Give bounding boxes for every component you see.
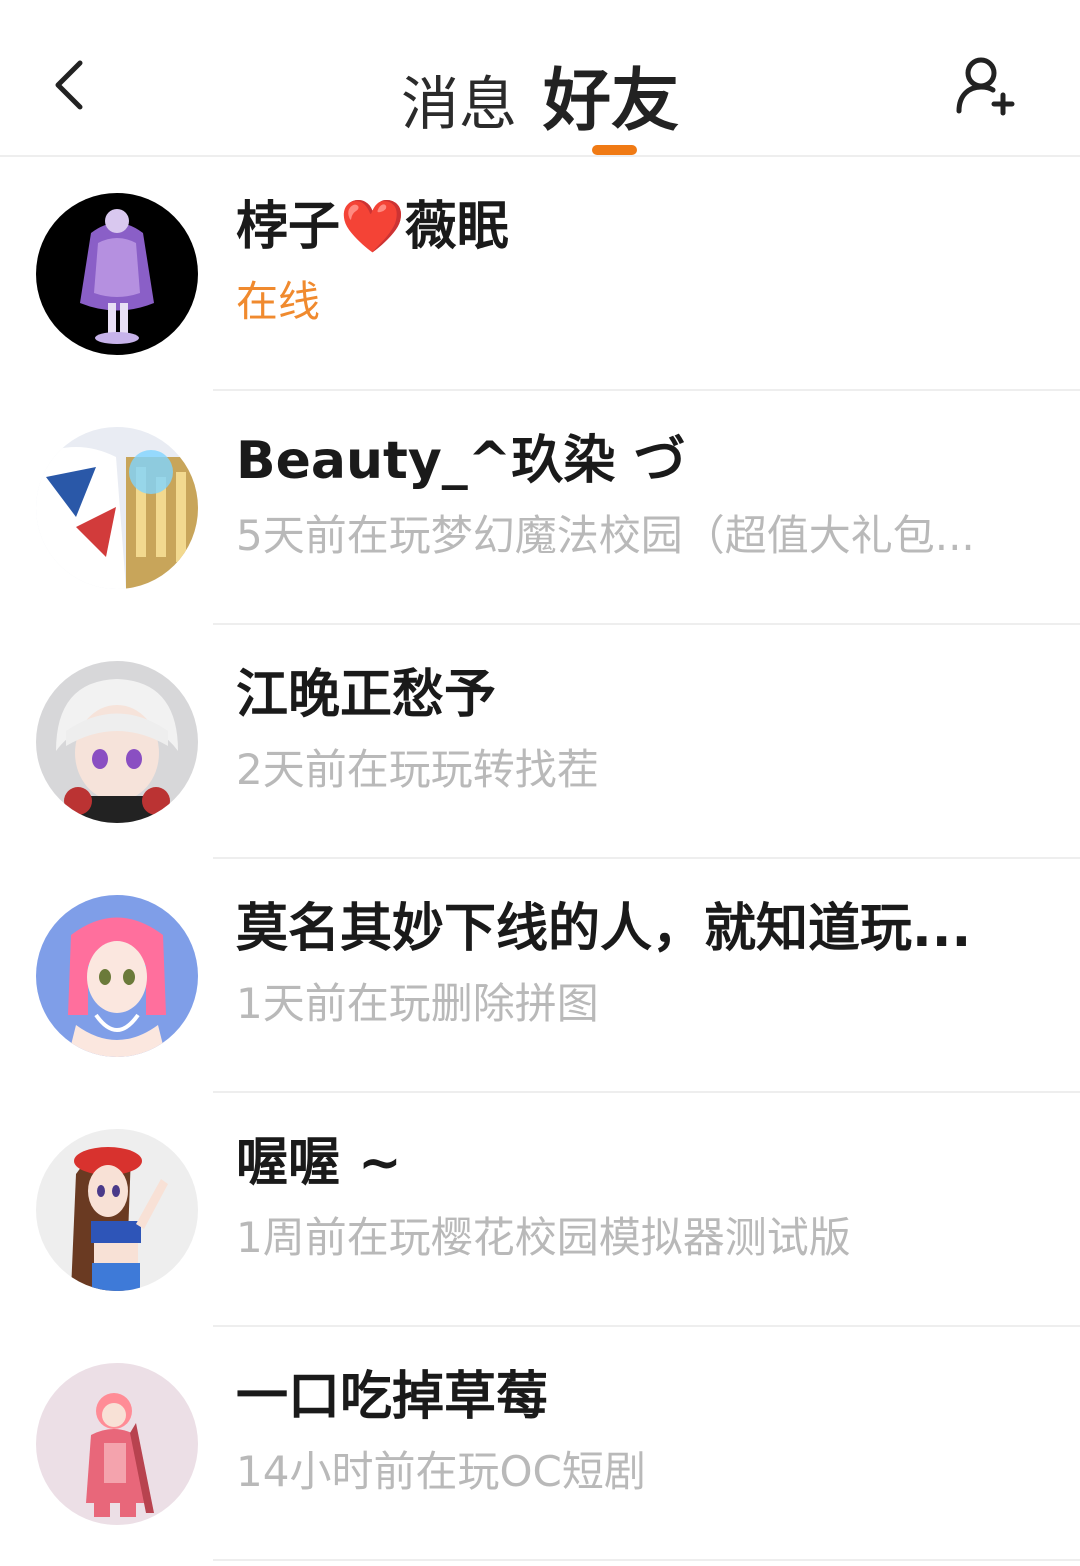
friend-status: 在线 xyxy=(236,277,321,326)
friend-list: 桲子❤️薇眠 在线 Beauty_^玖染 づ 5天前在玩梦幻魔法校园（超值大礼包… xyxy=(0,157,1080,1561)
friend-row[interactable]: 一口吃掉草莓 14小时前在玩OC短剧 xyxy=(0,1327,1080,1561)
friend-status: 2天前在玩玩转找茬 xyxy=(236,745,599,794)
friend-row[interactable]: Beauty_^玖染 づ 5天前在玩梦幻魔法校园（超值大礼包... xyxy=(0,391,1080,625)
friend-name: 江晚正愁予 xyxy=(236,665,497,725)
avatar[interactable] xyxy=(36,1129,198,1291)
tab-bar: 消息 好友 xyxy=(0,45,1080,144)
tab-messages[interactable]: 消息 xyxy=(401,57,517,141)
add-user-icon xyxy=(956,57,1015,116)
friend-row[interactable]: 喔喔 ~ 1周前在玩樱花校园模拟器测试版 xyxy=(0,1093,1080,1327)
friend-row[interactable]: 桲子❤️薇眠 在线 xyxy=(0,157,1080,391)
friend-name: 桲子❤️薇眠 xyxy=(236,197,509,257)
top-bar: 消息 好友 xyxy=(0,0,1080,157)
friend-status: 1天前在玩删除拼图 xyxy=(236,979,599,1028)
active-tab-indicator xyxy=(592,145,637,155)
add-friend-button[interactable] xyxy=(950,50,1020,120)
friend-status: 14小时前在玩OC短剧 xyxy=(236,1447,646,1496)
friend-status: 5天前在玩梦幻魔法校园（超值大礼包... xyxy=(236,511,975,560)
avatar[interactable] xyxy=(36,1363,198,1525)
friend-row[interactable]: 莫名其妙下线的人，就知道玩... 1天前在玩删除拼图 xyxy=(0,859,1080,1093)
friend-status: 1周前在玩樱花校园模拟器测试版 xyxy=(236,1213,851,1262)
avatar[interactable] xyxy=(36,661,198,823)
avatar[interactable] xyxy=(36,193,198,355)
friend-name: Beauty_^玖染 づ xyxy=(236,431,686,491)
friend-name: 莫名其妙下线的人，就知道玩... xyxy=(236,899,972,959)
avatar[interactable] xyxy=(36,895,198,1057)
friend-name: 喔喔 ~ xyxy=(236,1133,402,1193)
tab-friends[interactable]: 好友 xyxy=(543,45,679,144)
friend-name: 一口吃掉草莓 xyxy=(236,1367,549,1427)
friend-row[interactable]: 江晚正愁予 2天前在玩玩转找茬 xyxy=(0,625,1080,859)
avatar[interactable] xyxy=(36,427,198,589)
